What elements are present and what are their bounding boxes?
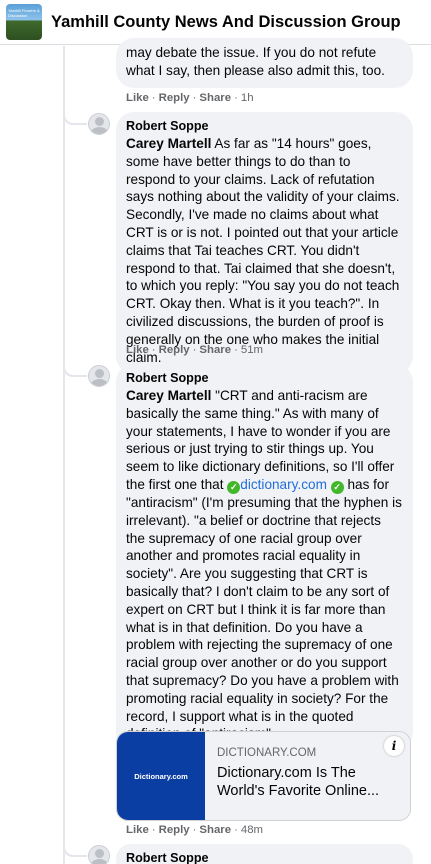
group-title[interactable]: Yamhill County News And Discussion Group xyxy=(51,13,401,32)
comment-bubble: Robert Soppe xyxy=(116,844,413,864)
separator-dot: · xyxy=(151,92,156,104)
comment-bubble: may debate the issue. If you do not refu… xyxy=(116,38,413,88)
avatar[interactable] xyxy=(88,113,110,135)
comment-author[interactable]: Robert Soppe xyxy=(126,851,403,864)
comment-bubble: Robert Soppe Carey Martell As far as "14… xyxy=(116,112,413,375)
reply-connector xyxy=(63,359,87,377)
separator-dot: · xyxy=(234,344,238,356)
comment-author[interactable]: Robert Soppe xyxy=(126,371,403,386)
like-button[interactable]: Like xyxy=(126,92,149,104)
timestamp[interactable]: 1h xyxy=(241,92,254,104)
reply-connector xyxy=(63,839,87,857)
comment-actions: Like · Reply · Share · 51m xyxy=(126,344,263,356)
share-button[interactable]: Share xyxy=(199,92,231,104)
group-cover-thumbnail[interactable]: Yamhill Flowers & Discussion xyxy=(6,4,42,40)
like-button[interactable]: Like xyxy=(126,824,149,836)
comment-text: may debate the issue. If you do not refu… xyxy=(126,45,385,78)
separator-dot: · xyxy=(151,824,156,836)
link-preview-card[interactable]: Dictionary.com DICTIONARY.COM Dictionary… xyxy=(116,731,411,821)
mention-link[interactable]: Carey Martell xyxy=(126,136,211,151)
mention-link[interactable]: Carey Martell xyxy=(126,388,211,403)
reply-button[interactable]: Reply xyxy=(159,824,190,836)
info-icon[interactable]: i xyxy=(384,736,404,756)
dictionary-link[interactable]: dictionary.com xyxy=(240,477,327,492)
thread-line xyxy=(63,46,65,864)
comment-bubble: Robert Soppe Carey Martell "CRT and anti… xyxy=(116,364,413,752)
separator-dot: · xyxy=(151,344,156,356)
separator-dot: · xyxy=(192,344,197,356)
timestamp[interactable]: 48m xyxy=(241,824,263,836)
like-button[interactable]: Like xyxy=(126,344,149,356)
preview-image[interactable]: Dictionary.com xyxy=(117,732,205,820)
preview-domain: DICTIONARY.COM xyxy=(217,747,317,759)
timestamp[interactable]: 51m xyxy=(241,344,263,356)
comment-text: As far as "14 hours" goes, some have bet… xyxy=(126,136,400,365)
comment-author[interactable]: Robert Soppe xyxy=(126,119,403,134)
verified-check-icon: ✓ xyxy=(227,480,241,494)
preview-title: Dictionary.com Is The World's Favorite O… xyxy=(217,765,380,799)
comment-actions: Like · Reply · Share · 48m xyxy=(126,824,263,836)
separator-dot: · xyxy=(192,92,197,104)
avatar[interactable] xyxy=(88,365,110,387)
comment-text: has for "antiracism" (I'm presuming that… xyxy=(126,476,402,741)
dictionary-logo: Dictionary.com xyxy=(134,771,188,781)
reply-connector xyxy=(63,107,87,125)
preview-text[interactable]: DICTIONARY.COM Dictionary.com Is The Wor… xyxy=(205,732,410,820)
separator-dot: · xyxy=(192,824,197,836)
verified-check-icon: ✓ xyxy=(330,480,344,494)
share-button[interactable]: Share xyxy=(199,824,231,836)
reply-button[interactable]: Reply xyxy=(159,92,190,104)
separator-dot: · xyxy=(234,824,238,836)
share-button[interactable]: Share xyxy=(199,344,231,356)
separator-dot: · xyxy=(234,92,238,104)
thumb-caption: Yamhill Flowers & Discussion xyxy=(8,8,40,18)
comment-actions: Like · Reply · Share · 1h xyxy=(126,92,254,104)
reply-button[interactable]: Reply xyxy=(159,344,190,356)
avatar[interactable] xyxy=(88,845,110,864)
